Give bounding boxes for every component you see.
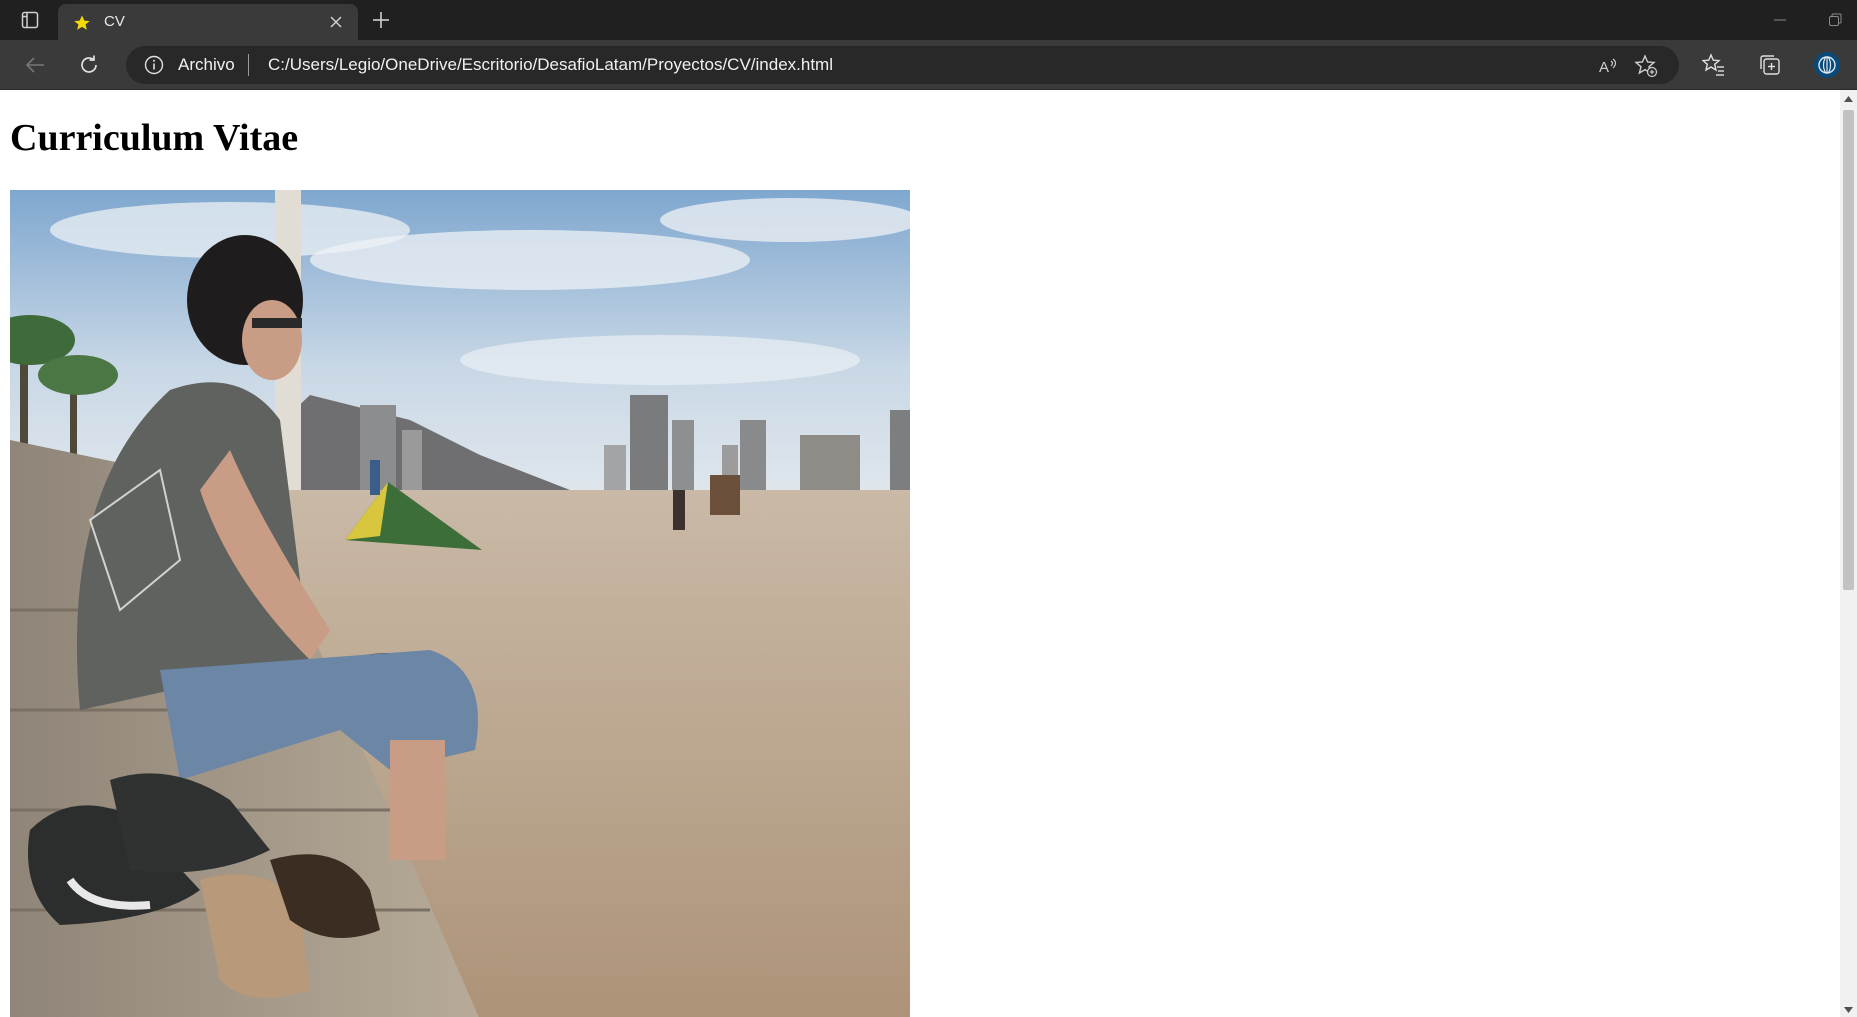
close-tab-button[interactable] (326, 12, 346, 32)
tab-actions-icon (21, 11, 39, 29)
add-favorite-button[interactable] (1634, 54, 1658, 78)
star-icon (72, 13, 92, 32)
read-aloud-icon: A (1599, 58, 1617, 76)
plus-icon (373, 12, 389, 28)
page-viewport: Curriculum Vitae (0, 90, 1840, 1017)
scroll-down-button[interactable] (1843, 1005, 1854, 1015)
profile-photo (10, 190, 910, 1017)
favorites-icon (1702, 53, 1724, 76)
scroll-thumb[interactable] (1843, 110, 1854, 590)
vertical-scrollbar[interactable] (1840, 90, 1857, 1017)
scroll-down-arrow-icon (1844, 1007, 1853, 1013)
read-aloud-button[interactable]: A (1596, 54, 1620, 78)
address-separator (248, 54, 249, 76)
back-button[interactable] (18, 48, 52, 82)
page-title: Curriculum Vitae (10, 117, 299, 159)
svg-text:A: A (1599, 59, 1609, 76)
scroll-up-arrow-icon (1844, 96, 1853, 102)
refresh-button[interactable] (72, 48, 106, 82)
collections-icon (1760, 55, 1780, 75)
favorites-button[interactable] (1697, 48, 1731, 82)
profile-button[interactable] (1810, 48, 1844, 82)
restore-button[interactable] (1823, 8, 1847, 32)
tab-title: CV (104, 13, 125, 30)
new-tab-button[interactable] (366, 6, 396, 34)
restore-icon (1829, 13, 1842, 26)
minimize-icon (1774, 19, 1786, 21)
info-icon[interactable] (144, 55, 164, 75)
minimize-button[interactable] (1768, 8, 1792, 32)
address-bar[interactable]: Archivo C:/Users/Legio/OneDrive/Escritor… (126, 46, 1679, 84)
tab-cv[interactable]: CV (58, 4, 358, 40)
back-arrow-icon (25, 57, 44, 73)
refresh-icon (81, 55, 97, 73)
add-favorite-icon (1634, 54, 1658, 78)
profile-icon (1814, 52, 1840, 78)
close-icon (330, 16, 342, 28)
address-scheme-label: Archivo (178, 55, 235, 74)
tab-strip: CV (0, 0, 1857, 40)
scroll-up-button[interactable] (1843, 94, 1854, 104)
address-url[interactable]: C:/Users/Legio/OneDrive/Escritorio/Desaf… (268, 55, 833, 75)
tab-actions-button[interactable] (14, 6, 46, 34)
browser-toolbar: Archivo C:/Users/Legio/OneDrive/Escritor… (0, 40, 1857, 90)
collections-button[interactable] (1753, 48, 1787, 82)
